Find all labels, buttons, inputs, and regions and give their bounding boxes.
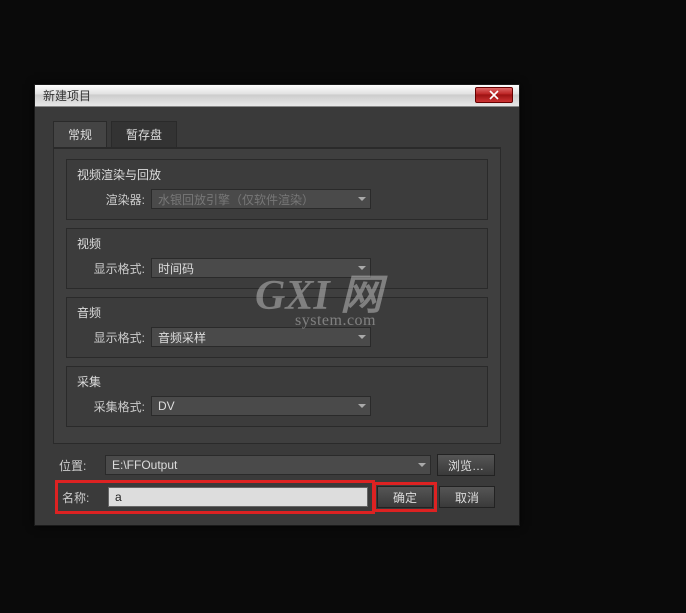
group-audio-title: 音频 [77,304,477,321]
chevron-down-icon [358,197,366,201]
location-dropdown[interactable]: E:\FFOutput [105,455,431,475]
audio-format-label: 显示格式: [85,329,145,346]
location-label: 位置: [59,457,99,474]
dialog-titlebar[interactable]: 新建项目 [35,85,519,107]
group-video-title: 视频 [77,235,477,252]
audio-format-value: 音频采样 [158,329,206,346]
group-video: 视频 显示格式: 时间码 [66,228,488,289]
video-format-label: 显示格式: [85,260,145,277]
location-row: 位置: E:\FFOutput 浏览… [59,454,495,476]
capture-format-dropdown[interactable]: DV [151,396,371,416]
ok-button[interactable]: 确定 [377,486,433,508]
renderer-dropdown: 水银回放引擎（仅软件渲染） [151,189,371,209]
name-input-highlight: 名称: [59,484,371,510]
group-render: 视频渲染与回放 渲染器: 水银回放引擎（仅软件渲染） [66,159,488,220]
capture-format-label: 采集格式: [85,398,145,415]
group-capture: 采集 采集格式: DV [66,366,488,427]
chevron-down-icon [358,335,366,339]
close-icon [489,90,499,100]
browse-button[interactable]: 浏览… [437,454,495,476]
renderer-label: 渲染器: [85,191,145,208]
renderer-value: 水银回放引擎（仅软件渲染） [158,191,314,208]
close-button[interactable] [475,87,513,103]
chevron-down-icon [358,404,366,408]
group-capture-title: 采集 [77,373,477,390]
audio-format-dropdown[interactable]: 音频采样 [151,327,371,347]
chevron-down-icon [358,266,366,270]
content-panel: 视频渲染与回放 渲染器: 水银回放引擎（仅软件渲染） 视频 显示格式: 时间码 [53,148,501,444]
tab-scratch[interactable]: 暂存盘 [111,121,177,147]
name-label: 名称: [62,489,102,506]
tabs: 常规 暂存盘 [53,121,501,148]
group-audio: 音频 显示格式: 音频采样 [66,297,488,358]
group-render-title: 视频渲染与回放 [77,166,477,183]
dialog-title: 新建项目 [43,87,91,104]
video-format-dropdown[interactable]: 时间码 [151,258,371,278]
chevron-down-icon [418,463,426,467]
video-format-value: 时间码 [158,260,194,277]
new-project-dialog: 新建项目 常规 暂存盘 视频渲染与回放 渲染器: 水银回放引擎（仅软件渲染） [34,84,520,526]
capture-format-value: DV [158,399,175,413]
location-value: E:\FFOutput [112,458,177,472]
name-input[interactable] [108,487,368,507]
cancel-button[interactable]: 取消 [439,486,495,508]
dialog-body: 常规 暂存盘 视频渲染与回放 渲染器: 水银回放引擎（仅软件渲染） 视频 显示格… [35,107,519,522]
name-row: 名称: 确定 取消 [59,484,495,510]
bottom-rows: 位置: E:\FFOutput 浏览… 名称: 确定 取消 [53,444,501,510]
tab-general[interactable]: 常规 [53,121,107,147]
